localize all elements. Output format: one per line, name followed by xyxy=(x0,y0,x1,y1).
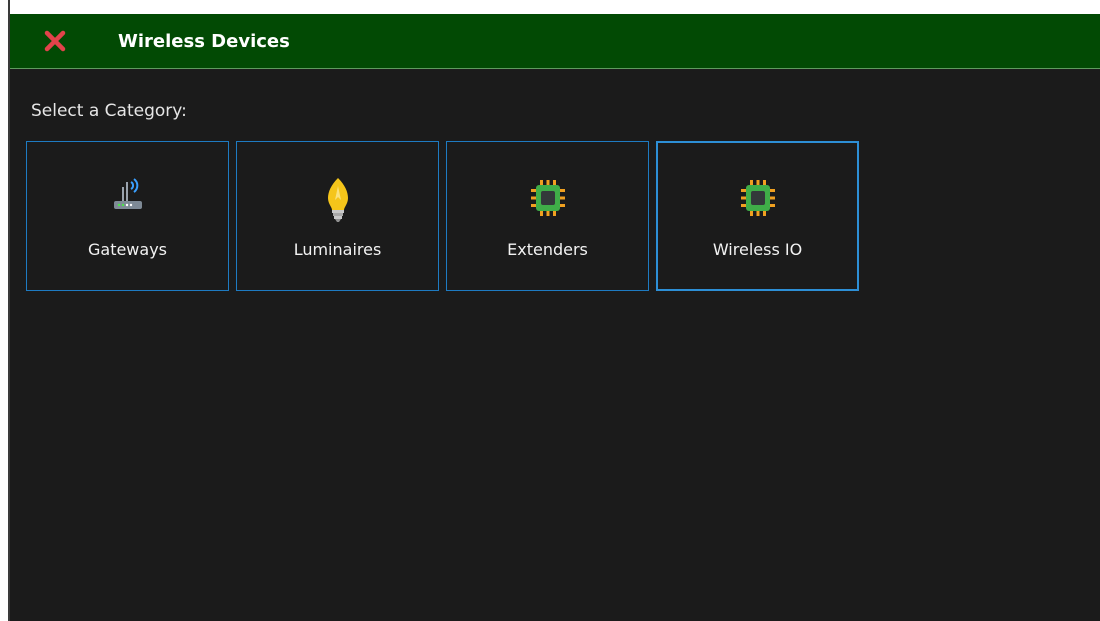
window-title: Wireless Devices xyxy=(118,30,290,52)
close-icon xyxy=(44,30,66,52)
light-bulb-icon xyxy=(327,178,348,222)
category-prompt: Select a Category: xyxy=(31,101,187,121)
category-label: Gateways xyxy=(87,240,167,259)
chip-icon xyxy=(530,180,565,216)
router-icon xyxy=(113,178,142,209)
category-tile-extenders[interactable]: Extenders xyxy=(446,141,649,291)
category-tile-wireless-io[interactable]: Wireless IO xyxy=(656,141,859,291)
category-tile-luminaires[interactable]: Luminaires xyxy=(236,141,439,291)
category-tile-gateways[interactable]: Gateways xyxy=(26,141,229,291)
category-label: Wireless IO xyxy=(712,240,803,259)
window-left-edge xyxy=(0,0,10,621)
close-button[interactable] xyxy=(34,20,76,62)
category-label: Luminaires xyxy=(293,240,382,259)
title-bar: Wireless Devices xyxy=(10,14,1100,69)
category-label: Extenders xyxy=(507,240,588,259)
chip-icon xyxy=(740,180,775,216)
window-top-edge xyxy=(10,0,1100,14)
wireless-devices-window: Wireless Devices Select a Category: Gate… xyxy=(0,0,1100,621)
